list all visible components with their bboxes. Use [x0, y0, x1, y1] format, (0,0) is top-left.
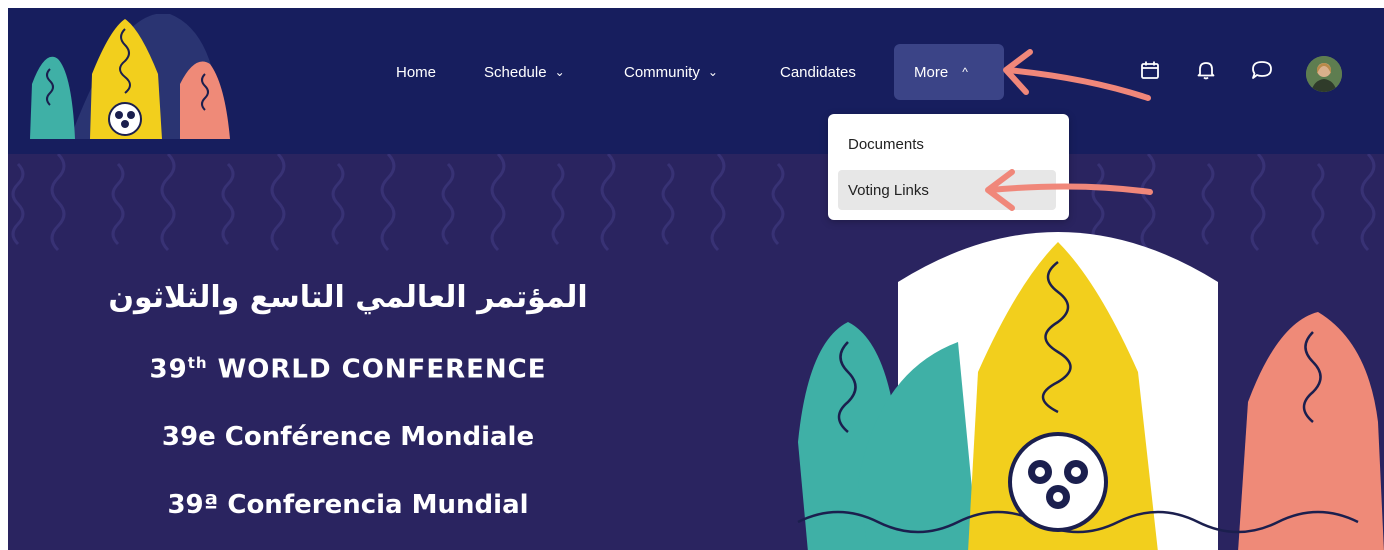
messages-button[interactable]	[1246, 54, 1278, 86]
calendar-icon	[1141, 61, 1159, 79]
nav-candidates-label: Candidates	[780, 63, 856, 81]
page-frame: المؤتمر العالمي التاسع والثلاثون 39th WO…	[8, 8, 1384, 550]
nav-home-label: Home	[396, 63, 437, 81]
notifications-button[interactable]	[1190, 54, 1222, 86]
dropdown-item-voting-links-label: Voting Links	[848, 181, 929, 199]
hero-title-english-number: 39	[149, 354, 188, 385]
hero-title-english: 39th WORLD CONFERENCE	[68, 354, 628, 385]
dropdown-item-voting-links[interactable]: Voting Links	[838, 170, 1056, 210]
nav-more-button[interactable]: More ^	[894, 44, 1004, 100]
hero-title-arabic: المؤتمر العالمي التاسع والثلاثون	[108, 280, 588, 315]
conference-logo[interactable]	[20, 14, 240, 139]
nav-candidates[interactable]: Candidates	[780, 44, 856, 100]
chat-icon	[1252, 61, 1272, 79]
bell-icon	[1197, 62, 1215, 80]
calendar-button[interactable]	[1134, 54, 1166, 86]
hero-title-english-rest: WORLD CONFERENCE	[207, 354, 547, 385]
nav-community[interactable]: Community ⌄	[624, 44, 718, 100]
hero-title-french: 39e Conférence Mondiale	[161, 422, 535, 452]
nav-home[interactable]: Home	[396, 44, 436, 100]
hero-title-english-sup: th	[187, 354, 208, 372]
nav-schedule[interactable]: Schedule ⌄	[484, 44, 565, 100]
nav-more-label: More	[914, 63, 949, 81]
chevron-down-icon: ⌄	[707, 65, 718, 79]
nav-community-label: Community	[624, 63, 700, 81]
chevron-up-icon: ^	[962, 65, 968, 79]
user-avatar[interactable]	[1306, 56, 1342, 92]
nav-schedule-label: Schedule	[484, 63, 547, 81]
avatar-image	[1306, 56, 1342, 92]
dropdown-item-documents-label: Documents	[848, 135, 924, 153]
hero-temple-illustration	[797, 232, 1384, 550]
dropdown-item-documents[interactable]: Documents	[838, 124, 1056, 164]
more-dropdown-menu: Documents Voting Links	[828, 114, 1069, 220]
hero-title-spanish: 39ª Conferencia Mundial	[167, 490, 529, 520]
top-navbar: Home Schedule ⌄ Community ⌄ Candidates M…	[8, 8, 1384, 154]
chevron-down-icon: ⌄	[554, 65, 565, 79]
